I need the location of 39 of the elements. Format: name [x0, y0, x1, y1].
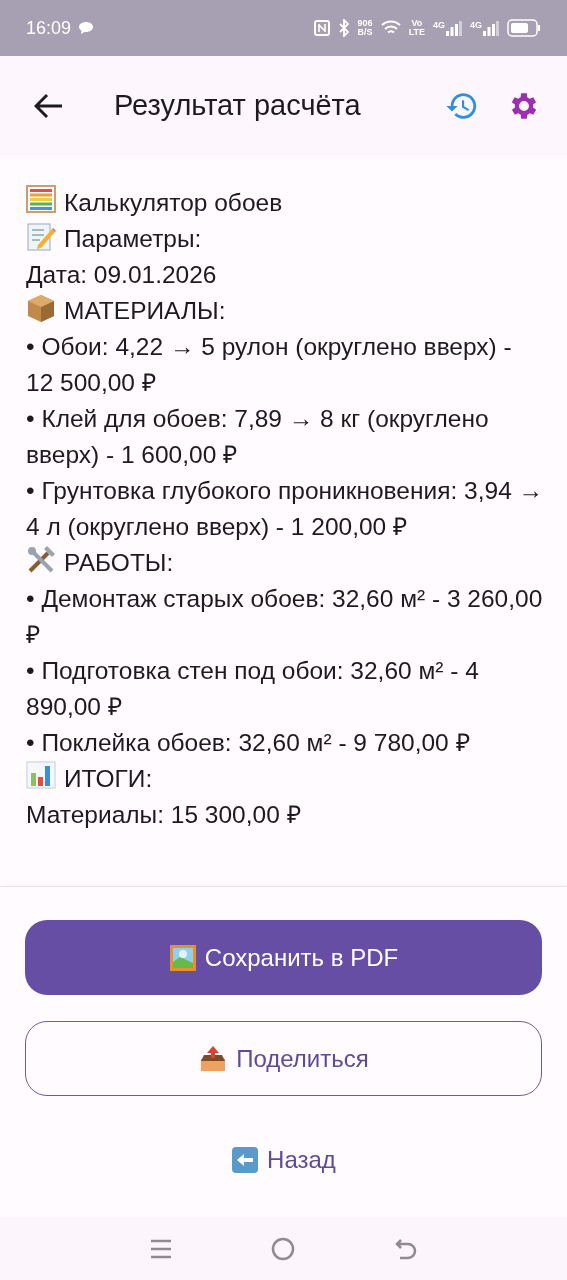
message-icon: [79, 22, 94, 34]
network-type: 4G: [470, 20, 482, 30]
screen-title: Результат расчёта: [114, 89, 362, 122]
result-line: • Грунтовка глубокого проникновения: 3,94 → 4 л (округлено вверх) - 1 200,00 ₽: [26, 476, 545, 542]
bar-chart-icon: [26, 761, 56, 789]
network-type: 4G: [432, 20, 445, 30]
abacus-icon: [26, 185, 56, 213]
framed-picture-icon: [168, 943, 197, 972]
volte-indicator: Vo LTE: [408, 19, 425, 37]
result-line: Калькулятор обоев: [64, 188, 283, 218]
save-pdf-button[interactable]: Сохранить в PDF: [25, 920, 542, 995]
result-line: РАБОТЫ:: [64, 548, 174, 578]
result-line: Параметры:: [64, 224, 202, 254]
share-button[interactable]: Поделиться: [25, 1021, 542, 1096]
nfc-icon: [313, 20, 330, 36]
result-line: Дата: 09.01.2026: [26, 260, 217, 290]
network-speed: 906 B/S: [357, 19, 373, 37]
menu-icon[interactable]: [149, 1237, 172, 1260]
result-line: МАТЕРИАЛЫ:: [64, 296, 226, 326]
signal-icon: [446, 20, 462, 36]
result-line: • Поклейка обоев: 32,60 м² - 9 780,00 ₽: [26, 728, 470, 758]
battery-icon: [507, 19, 541, 37]
result-line: • Клей для обоев: 7,89 → 8 кг (округлено вверх) - 1 600,00 ₽: [26, 404, 490, 470]
status-time: 16:09: [26, 17, 72, 39]
wifi-icon: [380, 20, 401, 36]
memo-pencil-icon: [26, 221, 56, 251]
result-line: • Подготовка стен под обои: 32,60 м² - 4 890,00 ₽: [26, 656, 480, 722]
back-link-button[interactable]: Назад: [211, 1122, 356, 1197]
back-icon[interactable]: [395, 1237, 418, 1260]
result-line: Материалы: 15 300,00 ₽: [26, 800, 301, 830]
result-line: ИТОГИ:: [64, 764, 153, 794]
signal-icon: [483, 20, 499, 36]
home-icon[interactable]: [271, 1236, 296, 1261]
bluetooth-icon: [337, 19, 350, 37]
left-arrow-key-icon: [231, 1145, 260, 1174]
result-line: • Демонтаж старых обоев: 32,60 м² - 3 260,00 ₽: [26, 584, 544, 650]
tools-icon: [26, 545, 56, 575]
box-icon: [26, 293, 56, 323]
result-line: • Обои: 4,22 → 5 рулон (округлено вверх) - 12 500,00 ₽: [26, 332, 513, 398]
